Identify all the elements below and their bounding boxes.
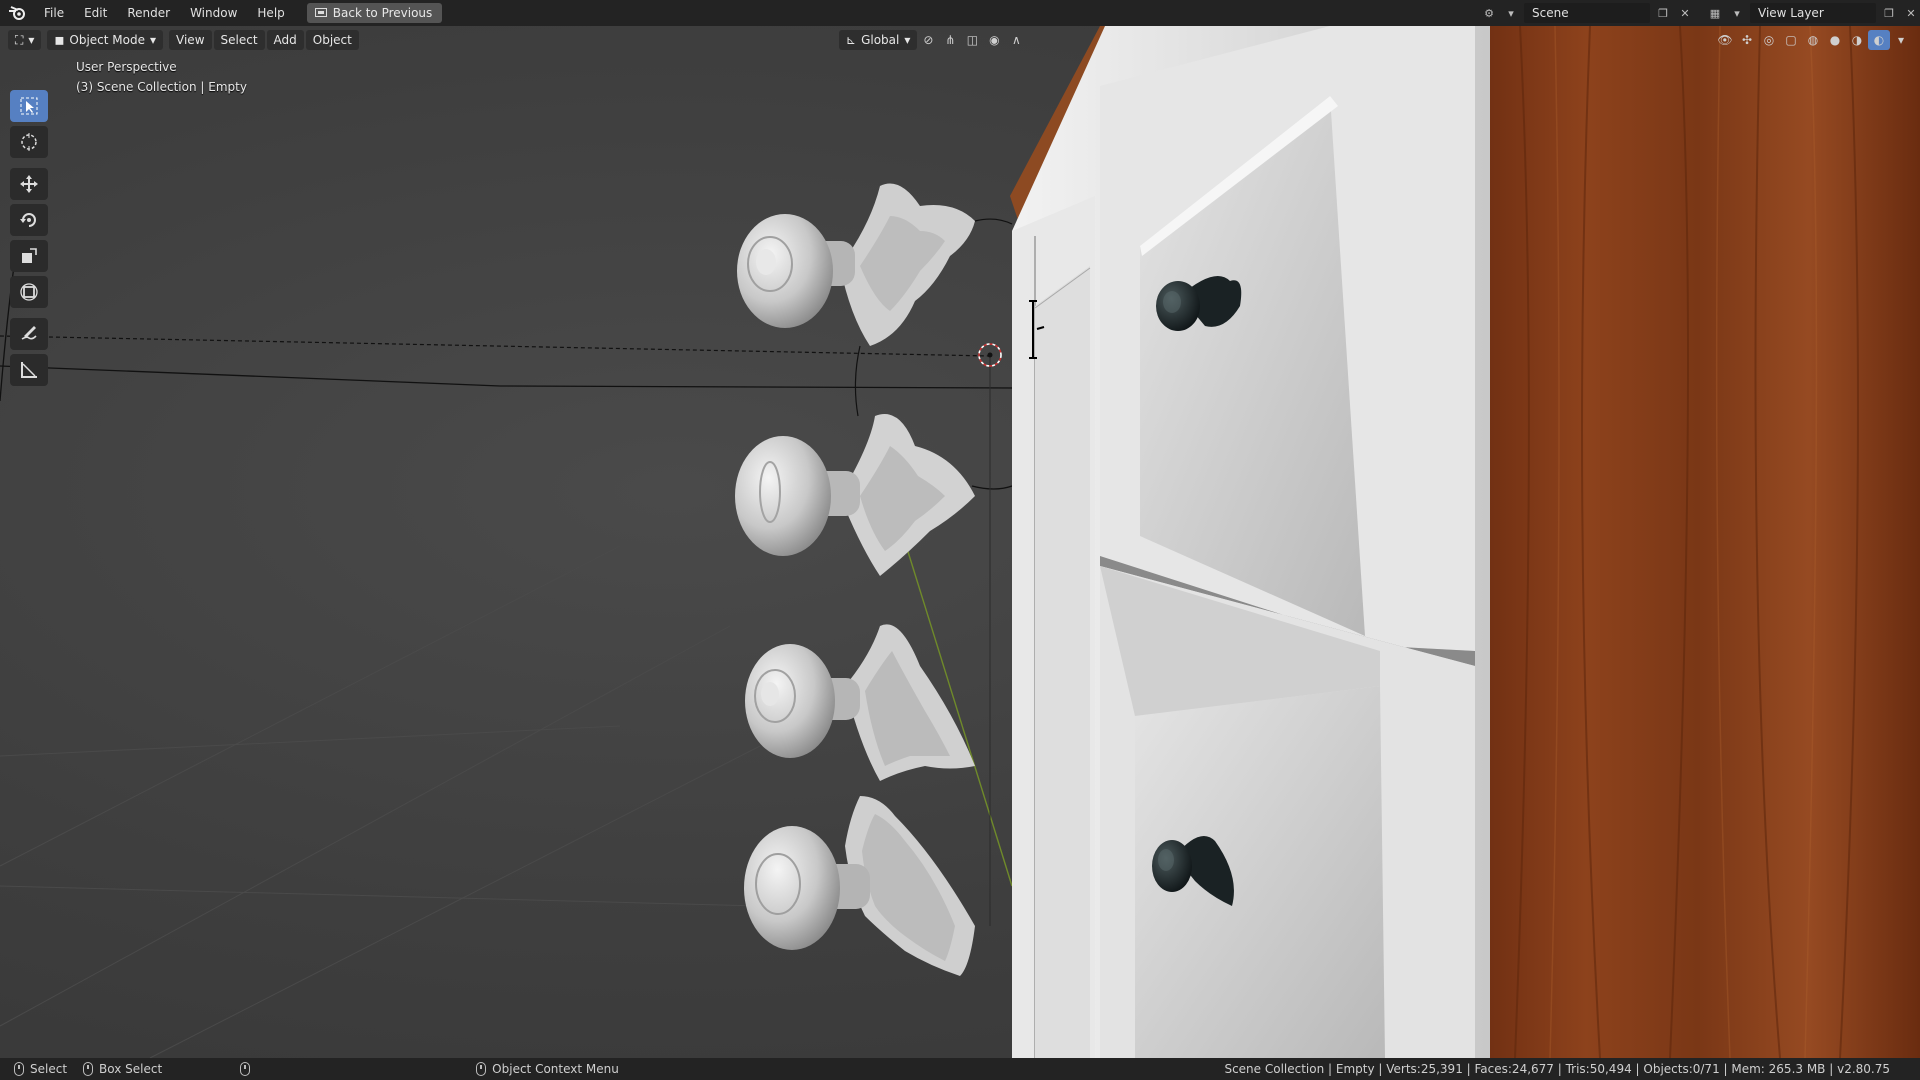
status-box-select-label: Box Select — [99, 1062, 163, 1076]
view-layer-icon: ▦ — [1709, 6, 1721, 20]
xray-icon[interactable]: ▢ — [1780, 30, 1802, 50]
snap-target-icon[interactable]: ◫ — [961, 30, 983, 50]
floor-grid — [0, 545, 761, 1058]
status-middle-mouse — [240, 1062, 251, 1076]
viewport-perspective-label: User Perspective — [76, 60, 177, 74]
measure-tool[interactable] — [10, 354, 48, 386]
viewport-header: ⛶ ▾ ◼ Object Mode ▾ View Select Add Objec… — [0, 28, 1920, 52]
cabinet-wood-side — [1475, 26, 1920, 1058]
solid-shading-icon[interactable]: ● — [1824, 30, 1846, 50]
scene-render — [0, 26, 1920, 1058]
select-menu[interactable]: Select — [213, 30, 265, 50]
material-shading-icon[interactable]: ◑ — [1846, 30, 1868, 50]
scale-tool[interactable] — [10, 240, 48, 272]
chevron-down-icon: ▾ — [150, 33, 157, 47]
visibility-icon[interactable]: 👁 — [1714, 30, 1736, 50]
select-box-tool[interactable] — [10, 90, 48, 122]
chevron-down-icon: ▾ — [1734, 6, 1740, 20]
editor-type-icon: ⛶ — [15, 33, 24, 47]
status-context-menu-label: Object Context Menu — [492, 1062, 619, 1076]
select-box-icon — [20, 97, 38, 115]
cursor-tool[interactable] — [10, 126, 48, 158]
view-menu[interactable]: View — [169, 30, 212, 50]
chevron-down-icon: ▾ — [904, 33, 911, 47]
annotate-icon — [21, 326, 37, 340]
chevron-down-icon[interactable]: ▾ — [1890, 30, 1912, 50]
editor-type-button[interactable]: ⛶ ▾ — [8, 30, 42, 50]
back-to-previous-label: Back to Previous — [332, 6, 433, 20]
drawer-top — [1100, 26, 1475, 666]
delete-scene-icon[interactable]: ✕ — [1676, 4, 1694, 22]
annotate-tool[interactable] — [10, 318, 48, 350]
object-mode-icon: ◼ — [54, 33, 65, 47]
object-menu[interactable]: Object — [305, 30, 359, 50]
chevron-down-icon: ▾ — [28, 33, 35, 47]
status-context-menu: Object Context Menu — [476, 1062, 619, 1076]
top-menu-bar: File Edit Render Window Help Back to Pre… — [0, 0, 1920, 26]
status-bar: Select Box Select Object Context Menu Sc… — [0, 1058, 1920, 1080]
scene-selector[interactable]: ⚙ ▾ Scene ❐ ✕ — [1480, 3, 1694, 23]
transform-orientation-label: Global — [861, 33, 900, 47]
snap-icon[interactable]: ⋔ — [939, 30, 961, 50]
view-layer-selector[interactable]: ▦ ▾ View Layer ❐ ✕ — [1706, 3, 1920, 23]
left-mouse-icon — [14, 1062, 24, 1076]
pivot-point-icon[interactable]: ⊘ — [917, 30, 939, 50]
menu-window[interactable]: Window — [180, 0, 247, 26]
delete-view-layer-icon[interactable]: ✕ — [1902, 4, 1920, 22]
cursor-icon — [21, 133, 37, 151]
drag-mouse-icon — [83, 1062, 94, 1076]
gizmo-icon[interactable]: ✣ — [1736, 30, 1758, 50]
transform-tool[interactable] — [10, 276, 48, 308]
move-icon — [20, 175, 38, 193]
knob-model-3[interactable] — [745, 624, 975, 781]
middle-mouse-icon — [240, 1062, 251, 1076]
scene-name-field[interactable]: Scene — [1524, 3, 1650, 23]
viewport-collection-label: (3) Scene Collection | Empty — [76, 80, 247, 94]
transform-icon — [20, 283, 38, 301]
empty-dashed-line — [0, 335, 991, 357]
blender-logo-icon[interactable] — [0, 0, 34, 26]
scene-statistics: Scene Collection | Empty | Verts:25,391 … — [1224, 1062, 1890, 1076]
knob-model-1[interactable] — [737, 183, 975, 347]
right-mouse-icon — [476, 1062, 487, 1076]
3d-viewport[interactable]: User Perspective (3) Scene Collection | … — [0, 26, 1920, 1058]
object-mode-label: Object Mode — [69, 33, 145, 47]
menu-edit[interactable]: Edit — [74, 0, 117, 26]
orientation-icon: ⊾ — [846, 33, 857, 47]
tool-shelf — [8, 88, 50, 388]
status-select: Select — [14, 1062, 67, 1076]
screen-icon — [314, 8, 327, 17]
object-outline — [0, 365, 1016, 389]
scale-icon — [22, 248, 37, 263]
new-scene-icon[interactable]: ❐ — [1654, 4, 1672, 22]
scene-icon: ⚙ — [1484, 6, 1494, 20]
proportional-editing-icon[interactable]: ◉ — [983, 30, 1005, 50]
rotate-icon — [20, 213, 36, 227]
falloff-icon[interactable]: ∧ — [1005, 30, 1027, 50]
back-to-previous-button[interactable]: Back to Previous — [306, 3, 443, 23]
transform-orientation-dropdown[interactable]: ⊾ Global ▾ — [839, 30, 918, 50]
move-tool[interactable] — [10, 168, 48, 200]
status-box-select: Box Select — [83, 1062, 162, 1076]
rotate-tool[interactable] — [10, 204, 48, 236]
rendered-shading-icon[interactable]: ◐ — [1868, 30, 1890, 50]
new-view-layer-icon[interactable]: ❐ — [1880, 4, 1898, 22]
menu-help[interactable]: Help — [247, 0, 294, 26]
menu-render[interactable]: Render — [117, 0, 180, 26]
wireframe-shading-icon[interactable]: ◍ — [1802, 30, 1824, 50]
object-outline-mid — [854, 345, 861, 417]
overlays-icon[interactable]: ◎ — [1758, 30, 1780, 50]
chevron-down-icon: ▾ — [1508, 6, 1514, 20]
knob-model-2[interactable] — [735, 414, 975, 576]
measure-icon — [21, 362, 37, 378]
status-select-label: Select — [30, 1062, 68, 1076]
menu-file[interactable]: File — [34, 0, 74, 26]
add-menu[interactable]: Add — [266, 30, 304, 50]
view-layer-field[interactable]: View Layer — [1750, 3, 1876, 23]
object-mode-dropdown[interactable]: ◼ Object Mode ▾ — [47, 30, 164, 50]
knob-model-4[interactable] — [744, 796, 975, 976]
